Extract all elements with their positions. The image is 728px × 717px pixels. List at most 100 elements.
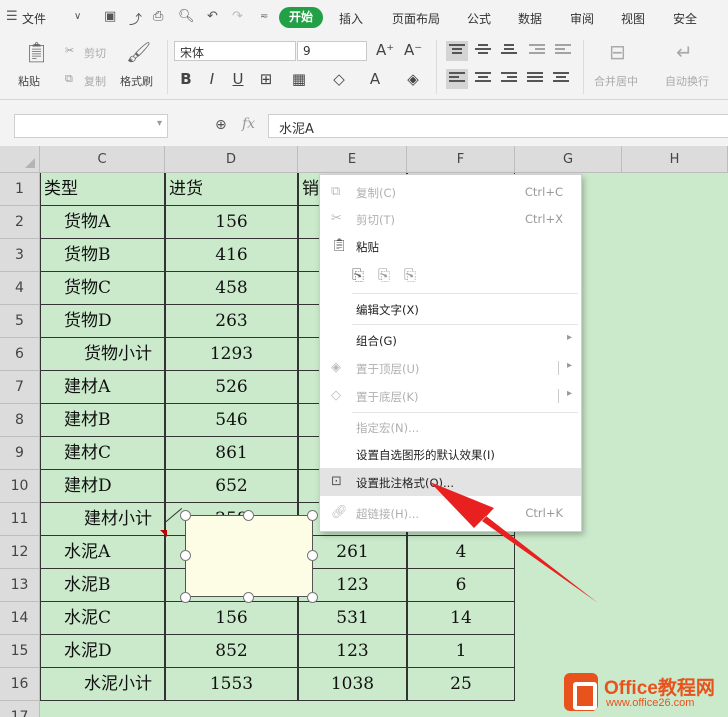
menu-item-assign-macro[interactable]: 指定宏(N)... [320,414,581,440]
row-header[interactable]: 8 [0,404,40,437]
align-top-icon[interactable] [446,41,468,61]
column-header[interactable]: G [515,146,622,173]
row-header[interactable]: 3 [0,239,40,272]
menu-item-edit-text[interactable]: 编辑文字(X) [320,296,581,322]
resize-handle[interactable] [307,510,318,521]
table-cell[interactable]: 建材C [40,437,165,470]
column-header[interactable]: F [407,146,515,173]
tab-insert[interactable]: 插入 [339,10,363,27]
column-header[interactable]: H [622,146,728,173]
table-cell[interactable]: 水泥D [40,635,165,668]
table-cell[interactable]: 建材小计 [40,503,165,536]
name-box[interactable] [14,114,168,138]
wrap-icon[interactable]: ↵ [676,40,693,64]
zoom-icon[interactable]: ⊕ [215,117,227,133]
table-cell[interactable]: 546 [165,404,298,437]
merge-icon[interactable]: ⊟ [609,40,626,64]
table-cell[interactable]: 货物D [40,305,165,338]
table-cell[interactable]: 526 [165,371,298,404]
table-cell[interactable]: 458 [165,272,298,305]
underline-button[interactable]: U [229,70,247,88]
table-cell[interactable]: 416 [165,239,298,272]
align-bottom-icon[interactable] [501,44,517,58]
row-header[interactable]: 10 [0,470,40,503]
table-cell[interactable]: 25 [407,668,515,701]
font-size-select[interactable]: 9 [297,41,367,61]
table-cell[interactable]: 861 [165,437,298,470]
paste-button[interactable]: 粘贴 [18,73,40,89]
print-preview-icon[interactable]: 🔍︎ [178,9,195,24]
table-cell[interactable]: 建材B [40,404,165,437]
table-cell[interactable]: 1038 [298,668,407,701]
table-cell[interactable]: 1293 [165,338,298,371]
tab-data[interactable]: 数据 [518,10,542,27]
paste-values-icon[interactable]: ⎘ [378,266,390,284]
column-header[interactable]: E [298,146,407,173]
table-cell[interactable]: 进货 [165,173,298,206]
table-cell[interactable]: 水泥B [40,569,165,602]
resize-handle[interactable] [243,510,254,521]
resize-handle[interactable] [180,592,191,603]
table-cell[interactable]: 263 [165,305,298,338]
table-cell[interactable]: 14 [407,602,515,635]
menu-item-send-to-back[interactable]: ◇ 置于底层(K) ▸ [320,383,581,409]
table-cell[interactable]: 1553 [165,668,298,701]
redo-icon[interactable]: ↷ [232,9,243,24]
resize-handle[interactable] [307,592,318,603]
menu-item-copy[interactable]: ⧉ 复制(C) Ctrl+C [320,179,581,205]
justify-icon[interactable] [527,72,543,86]
select-all-corner[interactable] [0,146,40,173]
menu-item-bring-to-front[interactable]: ◈ 置于顶层(U) ▸ [320,355,581,381]
row-header[interactable]: 11 [0,503,40,536]
font-color-icon[interactable]: A [366,70,384,88]
paste-format-icon[interactable]: ⎘ [404,266,416,284]
wrap-text-button[interactable]: 自动换行 [665,73,709,89]
table-cell[interactable]: 156 [165,602,298,635]
row-header[interactable]: 6 [0,338,40,371]
row-header[interactable]: 15 [0,635,40,668]
customize-chevron-icon[interactable]: ≂ [260,11,268,22]
row-header[interactable]: 5 [0,305,40,338]
distributed-icon[interactable] [553,72,569,86]
table-cell[interactable]: 652 [165,470,298,503]
row-header[interactable]: 13 [0,569,40,602]
row-header[interactable]: 17 [0,701,40,717]
row-header[interactable]: 4 [0,272,40,305]
menu-item-format-comment[interactable]: ⊡ 设置批注格式(O)... [320,468,581,496]
border-icon[interactable]: ⊞ [257,70,275,88]
copy-button[interactable]: 复制 [84,73,106,89]
tab-start[interactable]: 开始 [279,7,323,28]
table-cell[interactable]: 4 [407,536,515,569]
table-cell[interactable]: 1 [407,635,515,668]
tab-view[interactable]: 视图 [621,10,645,27]
row-header[interactable]: 1 [0,173,40,206]
row-header[interactable]: 2 [0,206,40,239]
indent-increase-icon[interactable] [555,44,571,58]
comment-box[interactable] [185,515,313,597]
resize-handle[interactable] [243,592,254,603]
tab-security[interactable]: 安全 [673,10,697,27]
paste-option-icon[interactable]: ⎘ [352,266,364,284]
align-right-icon[interactable] [501,72,517,86]
row-header[interactable]: 7 [0,371,40,404]
clear-format-icon[interactable]: ◈ [404,70,422,88]
row-header[interactable]: 14 [0,602,40,635]
format-painter-icon[interactable]: 🖌︎ [126,40,151,64]
decrease-font-icon[interactable]: A⁻ [404,41,422,59]
table-cell[interactable]: 852 [165,635,298,668]
table-cell[interactable]: 531 [298,602,407,635]
copy-icon[interactable]: ⧉ [65,72,73,86]
formula-input[interactable]: 水泥A [268,114,728,138]
row-header[interactable]: 16 [0,668,40,701]
tab-review[interactable]: 审阅 [570,10,594,27]
indent-decrease-icon[interactable] [529,44,545,58]
paste-icon[interactable]: 📋︎ [24,40,49,64]
menu-item-default-effect[interactable]: 设置自选图形的默认效果(I) [320,441,581,467]
resize-handle[interactable] [180,550,191,561]
table-cell[interactable]: 类型 [40,173,165,206]
table-cell[interactable]: 123 [298,635,407,668]
print-icon[interactable]: ⎙ [153,9,163,24]
menu-icon[interactable]: ☰ [6,9,18,24]
font-name-select[interactable]: 宋体 [174,41,296,61]
table-cell[interactable]: 水泥A [40,536,165,569]
